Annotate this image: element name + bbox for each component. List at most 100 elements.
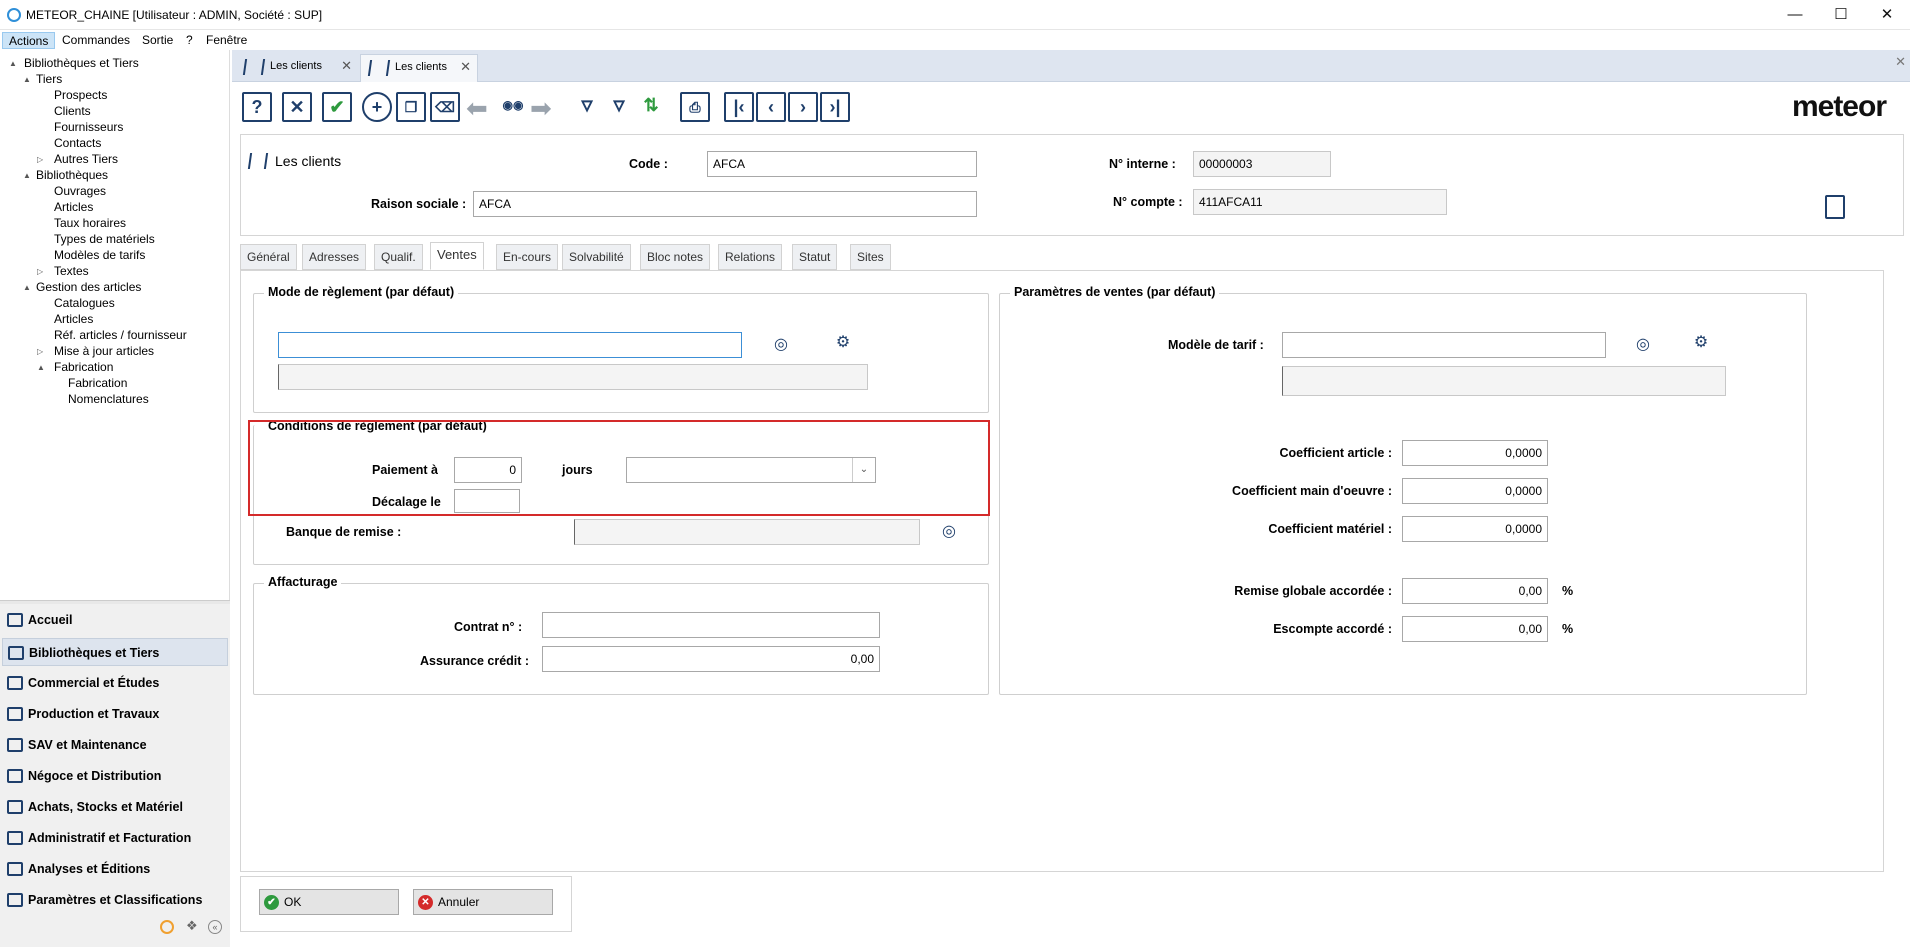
module-achats[interactable]: Achats, Stocks et Matériel	[2, 793, 228, 821]
tree-item[interactable]: Gestion des articles	[36, 280, 141, 294]
doc-tab-clients-1[interactable]: Les clients ✕	[236, 54, 358, 82]
tab-bloc-notes[interactable]: Bloc notes	[640, 244, 711, 270]
tree-item[interactable]: Modèles de tarifs	[54, 248, 145, 262]
module-production[interactable]: Production et Travaux	[2, 700, 228, 728]
tree-expander-icon[interactable]: ▲	[9, 59, 17, 68]
tree-expander-icon[interactable]: ▲	[23, 283, 31, 292]
tab-relations[interactable]: Relations	[718, 244, 783, 270]
refresh-icon[interactable]	[160, 920, 174, 934]
tree-item[interactable]: Autres Tiers	[54, 152, 118, 166]
lookup-icon[interactable]: ◎	[1634, 336, 1652, 354]
filter-clear-icon[interactable]: ▿	[604, 92, 634, 122]
tree-item[interactable]: Catalogues	[54, 296, 115, 310]
tree-item[interactable]: Prospects	[54, 88, 107, 102]
close-tab-icon[interactable]: ✕	[341, 54, 352, 78]
tree-expander-icon[interactable]: ▲	[37, 363, 45, 372]
maximize-button[interactable]: ☐	[1818, 0, 1864, 30]
tree-item[interactable]: Clients	[54, 104, 91, 118]
menu-help[interactable]: ?	[180, 32, 199, 49]
tree-item[interactable]: Types de matériels	[54, 232, 155, 246]
add-button[interactable]: +	[362, 92, 392, 122]
tree-item[interactable]: Ouvrages	[54, 184, 106, 198]
previous-arrow-icon[interactable]: ⬅	[466, 95, 488, 121]
tree-expander-icon[interactable]: ▷	[37, 347, 43, 356]
module-bibliotheques[interactable]: Bibliothèques et Tiers	[2, 638, 228, 666]
tab-ventes[interactable]: Ventes	[430, 242, 484, 270]
tree-item[interactable]: Taux horaires	[54, 216, 126, 230]
coef-materiel-field[interactable]: 0,0000	[1402, 516, 1548, 542]
close-window-button[interactable]: ✕	[1864, 0, 1910, 30]
contrat-field[interactable]	[542, 612, 880, 638]
module-administratif[interactable]: Administratif et Facturation	[2, 824, 228, 852]
delete-button[interactable]: ⌫	[430, 92, 460, 122]
module-negoce[interactable]: Négoce et Distribution	[2, 762, 228, 790]
module-commercial[interactable]: Commercial et Études	[2, 669, 228, 697]
tree-expander-icon[interactable]: ▷	[37, 267, 43, 276]
first-record-button[interactable]: |‹	[724, 92, 754, 122]
remise-globale-field[interactable]: 0,00	[1402, 578, 1548, 604]
mode-reglement-field[interactable]	[278, 332, 742, 358]
doc-tab-clients-2[interactable]: Les clients ✕	[360, 54, 478, 82]
next-arrow-icon[interactable]: ➡	[530, 95, 552, 121]
search-binoculars-icon[interactable]: ◉◉	[498, 92, 528, 122]
module-parametres[interactable]: Paramètres et Classifications	[2, 886, 228, 914]
filter-icon[interactable]: ▿	[572, 92, 602, 122]
cancel-button[interactable]: ✕ Annuler	[413, 889, 553, 915]
tab-solvabilite[interactable]: Solvabilité	[562, 244, 631, 270]
previous-record-button[interactable]: ‹	[756, 92, 786, 122]
gear-icon[interactable]: ⚙	[1692, 334, 1710, 352]
module-sav[interactable]: SAV et Maintenance	[2, 731, 228, 759]
tree-expander-icon[interactable]: ▲	[23, 171, 31, 180]
gear-icon[interactable]: ⚙	[834, 334, 852, 352]
coef-main-oeuvre-field[interactable]: 0,0000	[1402, 478, 1548, 504]
menu-fenetre[interactable]: Fenêtre	[200, 32, 253, 49]
tree-item[interactable]: Articles	[54, 200, 93, 214]
coef-article-field[interactable]: 0,0000	[1402, 440, 1548, 466]
raison-sociale-field[interactable]: AFCA	[473, 191, 977, 217]
help-button[interactable]: ?	[242, 92, 272, 122]
tab-en-cours[interactable]: En-cours	[496, 244, 559, 270]
menu-sortie[interactable]: Sortie	[136, 32, 179, 49]
tab-qualif[interactable]: Qualif.	[374, 244, 423, 270]
assurance-credit-field[interactable]: 0,00	[542, 646, 880, 672]
cancel-edit-button[interactable]: ✕	[282, 92, 312, 122]
duplicate-button[interactable]: ❐	[396, 92, 426, 122]
tree-item[interactable]: Mise à jour articles	[54, 344, 154, 358]
minimize-button[interactable]: —	[1772, 0, 1818, 30]
tree-item[interactable]: Textes	[54, 264, 89, 278]
tab-adresses[interactable]: Adresses	[302, 244, 367, 270]
lookup-icon[interactable]: ◎	[772, 336, 790, 354]
tree-item[interactable]: Réf. articles / fournisseur	[54, 328, 187, 342]
tree-item[interactable]: Tiers	[36, 72, 62, 86]
document-icon[interactable]	[1825, 195, 1845, 219]
tree-item[interactable]: Contacts	[54, 136, 101, 150]
tab-statut[interactable]: Statut	[792, 244, 838, 270]
tree-item[interactable]: Bibliothèques et Tiers	[24, 56, 139, 70]
tree-expander-icon[interactable]: ▲	[23, 75, 31, 84]
pin-icon[interactable]: ❖	[186, 918, 198, 934]
next-record-button[interactable]: ›	[788, 92, 818, 122]
last-record-button[interactable]: ›|	[820, 92, 850, 122]
close-tab-icon[interactable]: ✕	[460, 55, 471, 79]
collapse-panel-icon[interactable]: «	[208, 920, 222, 934]
tree-item[interactable]: Fournisseurs	[54, 120, 123, 134]
code-field[interactable]: AFCA	[707, 151, 977, 177]
escompte-field[interactable]: 0,00	[1402, 616, 1548, 642]
close-all-icon[interactable]: ✕	[1895, 54, 1906, 70]
modele-tarif-field[interactable]	[1282, 332, 1606, 358]
tree-expander-icon[interactable]: ▷	[37, 155, 43, 164]
validate-button[interactable]: ✔	[322, 92, 352, 122]
module-analyses[interactable]: Analyses et Éditions	[2, 855, 228, 883]
tab-general[interactable]: Général	[240, 244, 297, 270]
tree-item[interactable]: Articles	[54, 312, 93, 326]
module-accueil[interactable]: Accueil	[2, 606, 228, 634]
sort-icon[interactable]: ⇅	[636, 92, 666, 122]
lookup-icon[interactable]: ◎	[940, 523, 958, 541]
tree-item[interactable]: Fabrication	[54, 360, 113, 374]
ok-button[interactable]: ✔ OK	[259, 889, 399, 915]
menu-commandes[interactable]: Commandes	[56, 32, 136, 49]
tree-item[interactable]: Bibliothèques	[36, 168, 108, 182]
menu-actions[interactable]: Actions	[2, 32, 56, 49]
tree-item[interactable]: Nomenclatures	[68, 392, 149, 406]
tab-sites[interactable]: Sites	[850, 244, 891, 270]
